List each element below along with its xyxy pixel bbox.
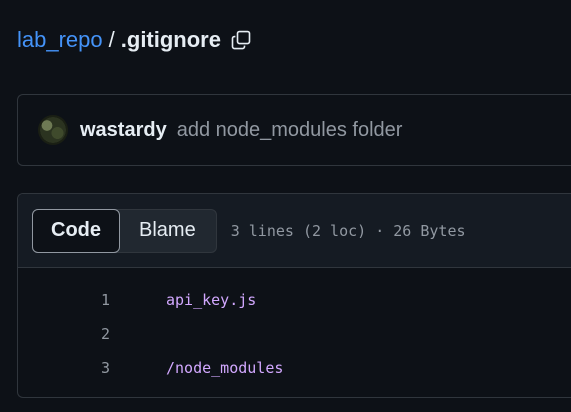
line-number[interactable]: 1 [18,291,110,309]
breadcrumb: lab_repo / .gitignore [17,24,253,56]
file-header: Code Blame 3 lines (2 loc) · 26 Bytes [18,194,571,268]
view-toggle: Code Blame [32,208,217,253]
copy-path-button[interactable] [229,28,253,52]
code-tab-button[interactable]: Code [32,208,120,253]
line-content: api_key.js [166,291,257,309]
line-number[interactable]: 3 [18,359,110,377]
breadcrumb-repo-link[interactable]: lab_repo [17,24,103,56]
breadcrumb-file-name: .gitignore [120,27,221,52]
blame-tab-button[interactable]: Blame [119,210,216,252]
avatar[interactable] [38,115,68,145]
line-content: /node_modules [166,359,284,377]
file-viewer: Code Blame 3 lines (2 loc) · 26 Bytes 1 … [17,193,571,398]
copy-icon [231,30,251,50]
commit-author-link[interactable]: wastardy [80,119,167,142]
code-line: 3 /node_modules [18,351,571,385]
breadcrumb-separator: / [108,27,115,52]
code-line: 1 api_key.js [18,283,571,317]
code-view: 1 api_key.js 2 3 /node_modules [18,268,571,385]
file-meta-info: 3 lines (2 loc) · 26 Bytes [230,221,466,240]
code-line: 2 [18,317,571,351]
latest-commit-box: wastardy add node_modules folder [17,94,571,166]
page: lab_repo / .gitignore wastardy add node_… [0,0,571,412]
commit-message-link[interactable]: add node_modules folder [177,119,403,142]
line-number[interactable]: 2 [18,325,110,343]
